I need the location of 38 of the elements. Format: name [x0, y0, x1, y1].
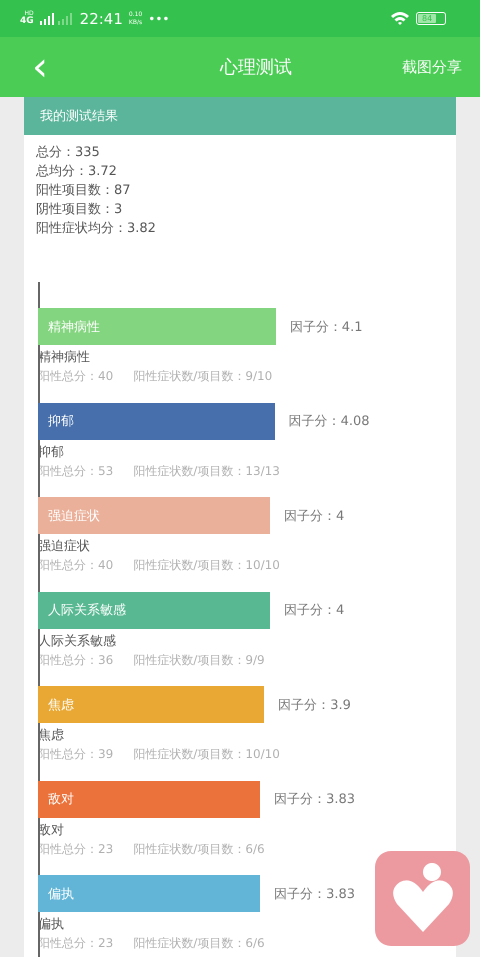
- bar-label: 敌对: [48, 791, 74, 808]
- factor-name: 偏执: [38, 916, 65, 934]
- bar-label: 焦虑: [48, 696, 74, 714]
- summary-line: 阳性症状均分：3.82: [36, 220, 157, 238]
- bar-label: 强迫症状: [48, 508, 100, 524]
- symptom-ratio: 阳性症状数/项目数：13/13: [133, 462, 280, 480]
- share-screenshot-button[interactable]: 截图分享: [398, 54, 466, 80]
- symptom-ratio: 阳性症状数/项目数：9/10: [133, 368, 272, 385]
- factor-score: 因子分：4: [284, 508, 344, 524]
- factor-score: 因子分：3.9: [278, 696, 351, 714]
- bar-label: 偏执: [48, 886, 74, 902]
- summary-line: 总均分：3.72: [36, 163, 118, 181]
- symptom-ratio: 阳性症状数/项目数：10/10: [133, 557, 280, 574]
- bar-label: 精神病性: [48, 318, 100, 336]
- battery-level: 84: [418, 14, 436, 23]
- factor-score: 因子分：4.08: [288, 413, 370, 430]
- factor-score: 因子分：4.1: [290, 318, 362, 336]
- factor-score: 因子分：3.83: [274, 791, 356, 808]
- summary-line: 总分：335: [36, 144, 101, 162]
- summary-line: 阳性项目数：87: [36, 182, 132, 200]
- app-shortcut-button[interactable]: [375, 851, 470, 946]
- symptom-ratio: 阳性症状数/项目数：6/6: [133, 935, 265, 952]
- summary-line: 阴性项目数：3: [36, 201, 124, 219]
- bar-label: 抑郁: [48, 413, 74, 430]
- bar-label: 人际关系敏感: [48, 602, 126, 619]
- wifi-icon: [390, 11, 410, 26]
- factor-score: 因子分：3.83: [274, 886, 356, 902]
- back-button[interactable]: ‹: [26, 47, 54, 87]
- card-title: 我的测试结果: [40, 108, 118, 125]
- page-title: 心理测试: [220, 56, 292, 79]
- more-dots: •••: [148, 12, 170, 26]
- factor-score: 因子分：4: [284, 602, 344, 619]
- signal-icon: [40, 12, 74, 24]
- symptom-ratio: 阳性症状数/项目数：6/6: [133, 840, 265, 858]
- network-type: 4G: [20, 17, 34, 26]
- clock: 22:41: [80, 10, 123, 28]
- symptom-ratio: 阳性症状数/项目数：10/10: [133, 746, 280, 763]
- symptom-ratio: 阳性症状数/项目数：9/9: [133, 652, 265, 668]
